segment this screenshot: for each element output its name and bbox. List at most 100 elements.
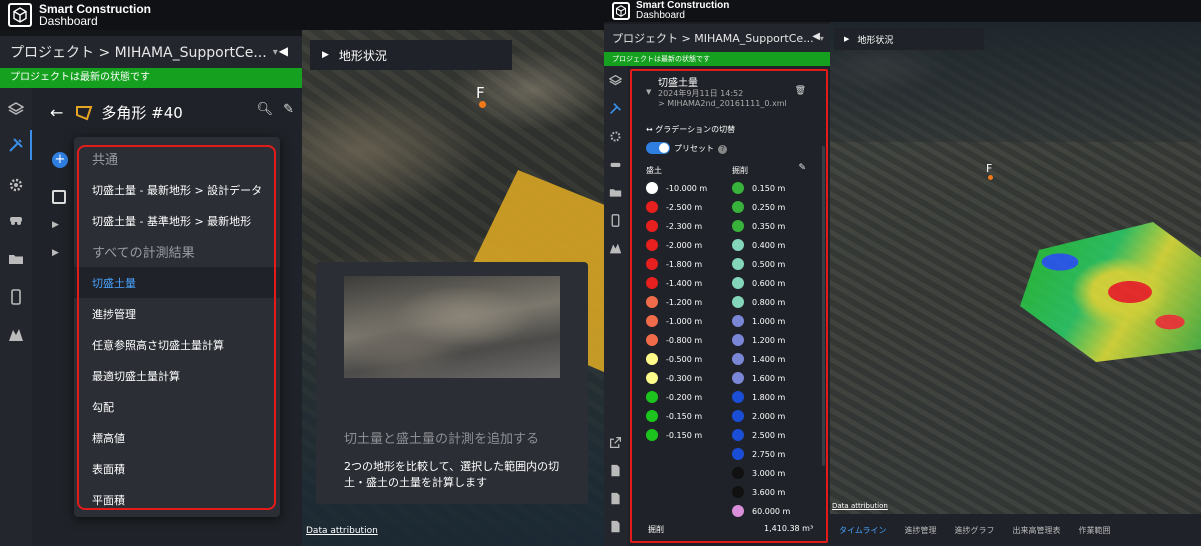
collapse-triangle-icon[interactable]: ▼ [646,88,651,96]
menu-item-elevation[interactable]: 標高値 [74,422,280,453]
menu-item-optimal[interactable]: 最適切盛土量計算 [74,360,280,391]
terrain-status-tab[interactable]: ▶ 地形状況 [310,40,512,70]
layers-icon[interactable] [7,100,25,118]
legend-swatch[interactable] [646,334,658,346]
mobile-icon[interactable] [609,212,623,227]
legend-swatch[interactable] [646,220,658,232]
tab-volume-table[interactable]: 出来高管理表 [1003,525,1069,536]
legend-swatch[interactable] [646,201,658,213]
map-view[interactable]: ▶ 地形状況 F Data attribution [830,22,1201,514]
legend-swatch[interactable] [646,239,658,251]
legend-swatch[interactable] [646,353,658,365]
vehicle-icon[interactable] [609,156,623,170]
map-marker[interactable]: F [476,84,486,108]
expand-triangle-icon[interactable]: ▶ [52,220,59,230]
legend-swatch[interactable] [732,201,744,213]
legend-swatch[interactable] [646,391,658,403]
legend-swatch[interactable] [646,315,658,327]
document-icon[interactable] [609,490,623,505]
legend-swatch[interactable] [732,372,744,384]
legend-row: -1.200 m [646,296,702,308]
legend-swatch[interactable] [732,315,744,327]
legend-swatch[interactable] [732,429,744,441]
left-screen: Smart Construction Dashboard プロジェクト > MI… [0,0,604,546]
legend-row: -2.000 m [646,239,702,251]
collapse-panel-icon[interactable]: ◀ [812,31,820,42]
legend-swatch[interactable] [732,277,744,289]
legend-swatch[interactable] [732,353,744,365]
legend-swatch[interactable] [646,296,658,308]
back-arrow-icon[interactable]: ← [50,103,63,122]
preset-toggle[interactable] [646,142,670,154]
tab-progress[interactable]: 進捗管理 [895,525,945,536]
legend-swatch[interactable] [646,258,658,270]
pencil-icon[interactable]: ✎ [798,163,806,173]
menu-item-cutfill-base[interactable]: 切盛土量 - 基準地形 > 最新地形 [74,205,280,236]
collapse-panel-icon[interactable]: ◀ [279,44,288,58]
legend-swatch[interactable] [646,410,658,422]
mobile-icon[interactable] [7,288,25,306]
folder-icon[interactable] [609,184,623,198]
document-icon[interactable] [609,518,623,533]
legend-swatch[interactable] [646,182,658,194]
menu-item-cutfill[interactable]: 切盛土量 [74,267,280,298]
menu-item-custom-height[interactable]: 任意参照高さ切盛土量計算 [74,329,280,360]
tab-work-area[interactable]: 作業範囲 [1069,525,1119,536]
menu-item-surface-area[interactable]: 表面積 [74,453,280,484]
add-measurement-button[interactable]: + [52,152,68,168]
legend-swatch[interactable] [732,410,744,422]
legend-swatch[interactable] [732,296,744,308]
gradient-switch[interactable]: ↔ グラデーションの切替 [646,124,735,135]
app-logo[interactable] [8,3,32,27]
external-link-icon[interactable] [609,434,623,448]
tab-timeline[interactable]: タイムライン [830,525,895,536]
legend-swatch[interactable] [732,391,744,403]
tab-progress-graph[interactable]: 進捗グラフ [945,525,1003,536]
tools-icon[interactable] [609,100,623,114]
menu-item-cutfill-design[interactable]: 切盛土量 - 最新地形 > 設計データ [74,174,280,205]
pencil-icon[interactable]: ✎ [283,102,294,117]
trash-icon[interactable]: 🗑︎ [795,86,806,96]
legend-row: 1.800 m [732,391,785,403]
terrain-status-tab[interactable]: ▶ 地形状況 [834,28,984,50]
select-checkbox[interactable] [52,190,66,204]
legend-swatch[interactable] [732,505,744,517]
legend-swatch[interactable] [732,220,744,232]
search-icon[interactable]: 🔍︎ [257,102,274,117]
expand-triangle-icon[interactable]: ▶ [52,248,59,258]
data-attribution-link[interactable]: Data attribution [832,502,888,510]
legend-swatch[interactable] [732,258,744,270]
data-attribution-link[interactable]: Data attribution [306,526,378,536]
legend-swatch[interactable] [732,486,744,498]
legend-swatch[interactable] [732,467,744,479]
map-marker[interactable]: F [986,162,993,180]
vehicle-icon[interactable] [7,210,25,228]
screen: Smart Construction Dashboard プロジェクト > MI… [0,0,1201,546]
menu-item-slope[interactable]: 勾配 [74,391,280,422]
menu-item-progress[interactable]: 進捗管理 [74,298,280,329]
legend-swatch[interactable] [732,334,744,346]
gear-icon[interactable] [7,176,25,194]
app-logo[interactable] [612,2,630,20]
legend-swatch[interactable] [646,277,658,289]
folder-icon[interactable] [7,250,25,268]
legend-row: 2.500 m [732,429,785,441]
document-icon[interactable] [609,462,623,477]
legend-swatch[interactable] [732,182,744,194]
help-icon[interactable]: ? [718,145,727,154]
project-selector[interactable]: プロジェクト > MIHAMA_SupportCe... ▾ ◀ [604,24,830,52]
map-pin-icon[interactable] [7,326,25,344]
project-selector[interactable]: プロジェクト > MIHAMA_SupportCe... ▾ ◀ [0,36,302,68]
legend-swatch[interactable] [732,448,744,460]
legend-swatch[interactable] [646,429,658,441]
layers-icon[interactable] [608,72,623,86]
legend-swatch[interactable] [732,239,744,251]
legend-swatch[interactable] [646,372,658,384]
result-file: > MIHAMA2nd_20161111_0.xml [658,99,787,108]
tools-icon[interactable] [7,136,25,154]
menu-item-plan-area[interactable]: 平面積 [74,484,280,515]
map-view[interactable]: ▶ 地形状況 F 切土量と盛土量の計測を追加する 2つの地形を比較して、選択した… [302,30,604,546]
scrollbar[interactable] [822,146,825,466]
map-pin-icon[interactable] [609,240,623,254]
gear-icon[interactable] [609,128,623,142]
